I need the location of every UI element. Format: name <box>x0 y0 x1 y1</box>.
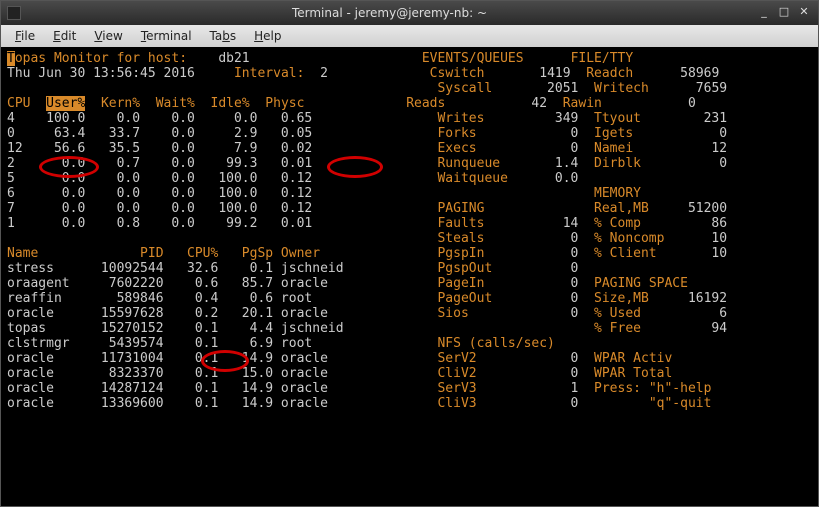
menubar: File Edit View Terminal Tabs Help <box>1 25 818 47</box>
maximize-button[interactable]: □ <box>776 6 792 20</box>
menu-terminal[interactable]: Terminal <box>133 27 200 45</box>
menu-view[interactable]: View <box>86 27 130 45</box>
app-icon <box>7 6 21 20</box>
menu-file[interactable]: File <box>7 27 43 45</box>
close-button[interactable]: ✕ <box>796 6 812 20</box>
menu-help[interactable]: Help <box>246 27 289 45</box>
minimize-button[interactable]: _ <box>756 6 772 20</box>
titlebar: Terminal - jeremy@jeremy-nb: ~ _ □ ✕ <box>1 1 818 25</box>
terminal-output[interactable]: Topas Monitor for host: db21 EVENTS/QUEU… <box>1 47 818 506</box>
menu-edit[interactable]: Edit <box>45 27 84 45</box>
window-title: Terminal - jeremy@jeremy-nb: ~ <box>27 6 752 20</box>
annotation-circle <box>327 156 383 178</box>
menu-tabs[interactable]: Tabs <box>202 27 245 45</box>
terminal-window: Terminal - jeremy@jeremy-nb: ~ _ □ ✕ Fil… <box>0 0 819 507</box>
